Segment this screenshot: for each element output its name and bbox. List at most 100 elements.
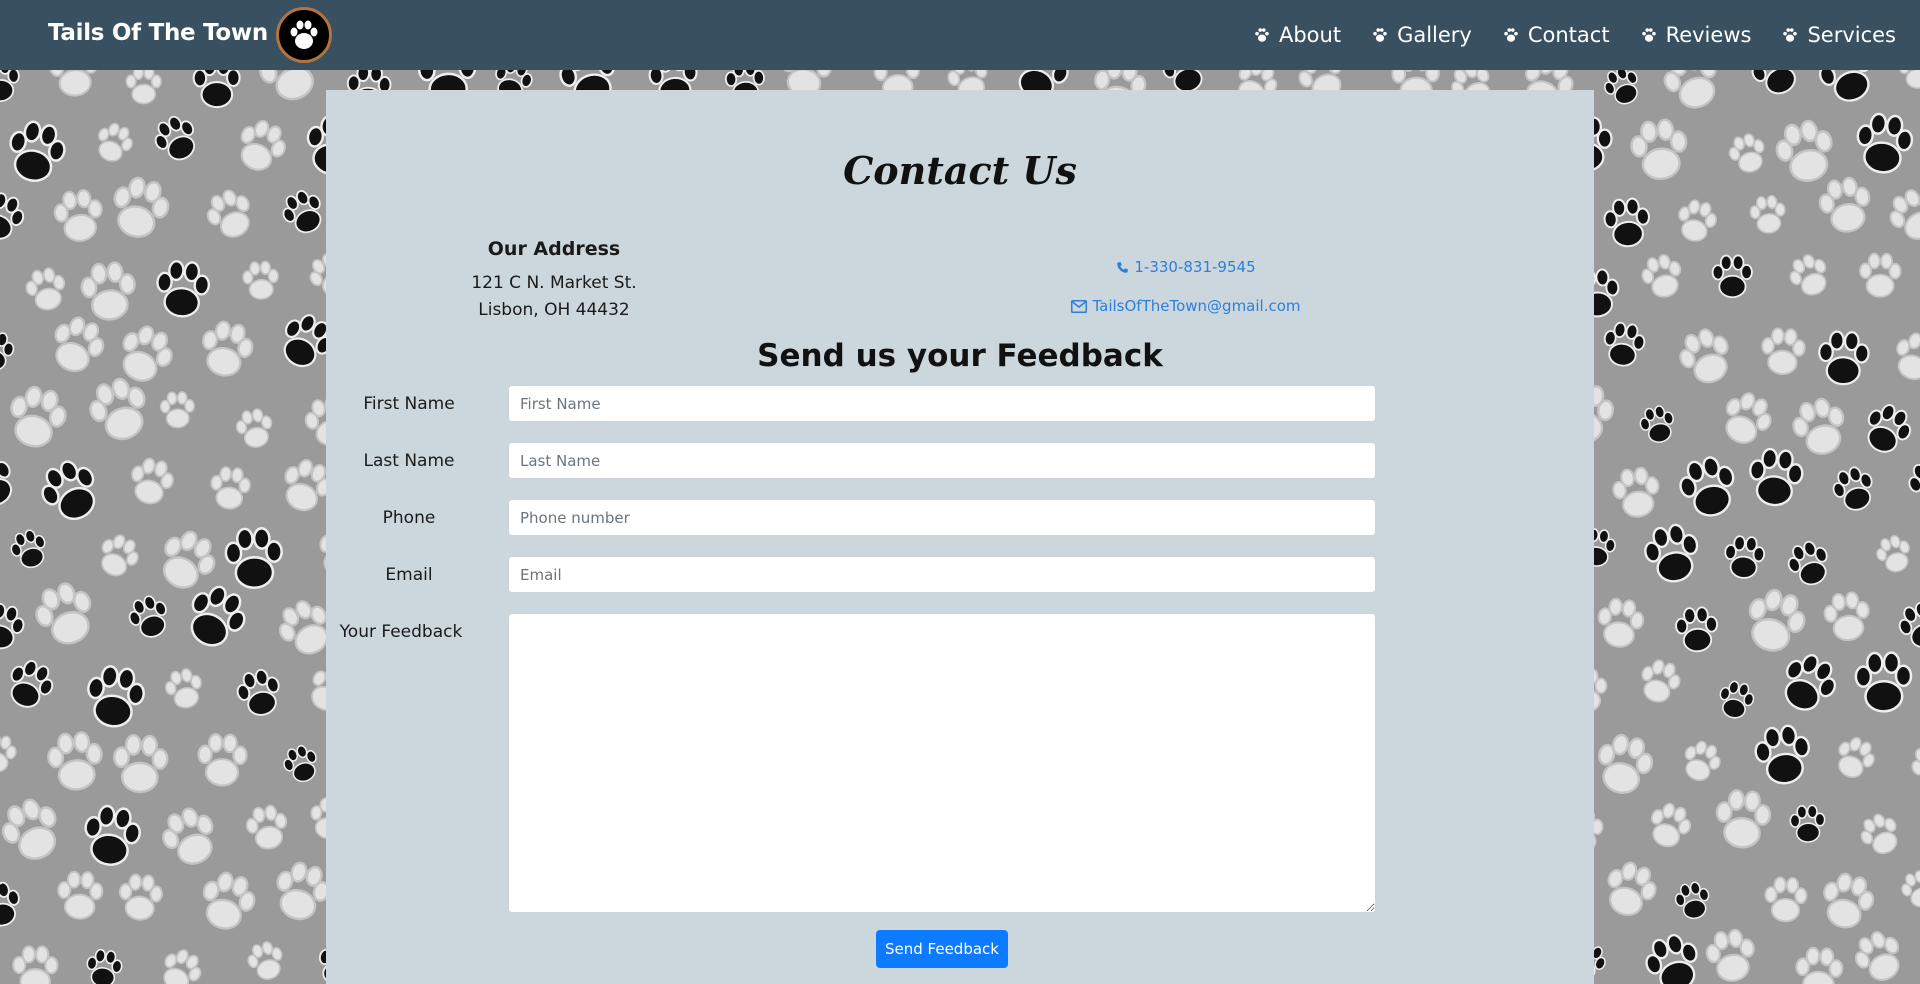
background-paw (0, 332, 15, 371)
phone-icon (1116, 261, 1129, 274)
background-paw (10, 529, 46, 569)
background-paw (1597, 733, 1654, 794)
background-paw (1724, 535, 1766, 579)
background-paw (1775, 119, 1833, 183)
background-paw (1639, 405, 1674, 443)
background-paw (276, 861, 330, 921)
nav-reviews-label: Reviews (1665, 23, 1752, 47)
background-paw (131, 457, 174, 505)
paw-logo-icon[interactable] (276, 7, 332, 63)
nav-about[interactable]: About (1253, 23, 1341, 47)
background-paw (1898, 601, 1920, 649)
background-paw (0, 461, 13, 506)
background-paw (1856, 112, 1914, 174)
paw-icon (1781, 26, 1799, 44)
background-paw (1603, 321, 1646, 367)
background-paw (162, 807, 214, 865)
background-paw (1832, 466, 1873, 511)
send-feedback-button[interactable]: Send Feedback (876, 930, 1008, 968)
background-paw (1901, 870, 1920, 908)
background-paw (1823, 591, 1870, 642)
background-paw (1867, 404, 1912, 453)
background-paw (202, 871, 256, 930)
background-paw (1818, 330, 1870, 386)
background-paw (1603, 197, 1650, 248)
background-paw (1876, 534, 1910, 573)
background-paw (1789, 254, 1827, 296)
background-paw (1684, 740, 1721, 781)
background-paw (235, 408, 273, 448)
background-paw (113, 176, 170, 238)
nav-services-label: Services (1807, 23, 1896, 47)
background-paw (1705, 928, 1755, 982)
background-paw (1748, 588, 1806, 652)
background-paw (1650, 802, 1692, 848)
background-paw (0, 192, 25, 240)
background-paw (164, 668, 202, 709)
background-paw (1, 798, 57, 860)
background-paw (1711, 254, 1753, 299)
first-name-input[interactable] (508, 385, 1376, 422)
background-paw (1795, 946, 1844, 984)
background-paw (1823, 872, 1875, 929)
background-paw (113, 733, 169, 794)
address-heading: Our Address (487, 238, 621, 260)
background-paw (240, 119, 286, 171)
background-paw (162, 530, 216, 589)
nav-gallery[interactable]: Gallery (1371, 23, 1472, 47)
phone-input[interactable] (508, 499, 1376, 536)
nav-contact[interactable]: Contact (1502, 23, 1610, 47)
background-paw (283, 744, 317, 783)
background-paw (12, 945, 59, 984)
nav-services[interactable]: Services (1781, 23, 1896, 47)
email-text: TailsOfTheTown@gmail.com (1092, 297, 1301, 315)
phone-link[interactable]: 1-330-831-9545 (1066, 256, 1306, 278)
background-paw (163, 949, 202, 984)
background-paw (86, 948, 123, 984)
nav-gallery-label: Gallery (1397, 23, 1472, 47)
background-paw (118, 873, 163, 921)
first-name-label: First Name (363, 394, 455, 414)
background-paw (1645, 933, 1698, 984)
page-title: Contact Us (843, 148, 1077, 193)
background-paw (154, 115, 195, 161)
email-input[interactable] (508, 556, 1376, 593)
background-paw (1761, 327, 1806, 376)
feedback-textarea[interactable] (508, 613, 1376, 913)
background-paw (245, 804, 288, 850)
background-paw (0, 733, 17, 773)
background-paw (1764, 876, 1808, 923)
contact-links: 1-330-831-9545 TailsOfTheTown@gmail.com (1066, 256, 1306, 334)
brand-title[interactable]: Tails Of The Town (48, 20, 268, 46)
background-paw (1679, 328, 1729, 384)
background-paw (10, 385, 67, 448)
nav-reviews[interactable]: Reviews (1640, 23, 1752, 47)
background-paw (84, 804, 141, 866)
main-nav: About Gallery Contact Reviews Services (1223, 0, 1896, 70)
background-paw (0, 881, 20, 927)
background-paw (101, 534, 139, 577)
background-paw (1597, 597, 1645, 648)
last-name-label: Last Name (363, 451, 455, 471)
background-paw (282, 190, 322, 234)
background-paw (1678, 199, 1717, 242)
background-paw (9, 120, 66, 182)
background-paw (1641, 659, 1681, 703)
background-paw (125, 65, 162, 105)
background-paw (0, 602, 25, 650)
background-paw (53, 189, 103, 242)
email-link[interactable]: TailsOfTheTown@gmail.com (1066, 295, 1306, 317)
background-paw (89, 377, 146, 441)
background-paw (210, 466, 251, 510)
paw-icon (1253, 26, 1271, 44)
background-paw (1754, 724, 1811, 785)
background-paw (1789, 804, 1826, 843)
background-paw (1854, 931, 1900, 981)
email-label: Email (385, 565, 433, 585)
background-paw (159, 391, 195, 429)
envelope-icon (1071, 299, 1088, 313)
last-name-input[interactable] (508, 442, 1376, 479)
background-paw (201, 320, 254, 377)
background-paw (1644, 523, 1699, 583)
background-paw (1854, 651, 1913, 713)
